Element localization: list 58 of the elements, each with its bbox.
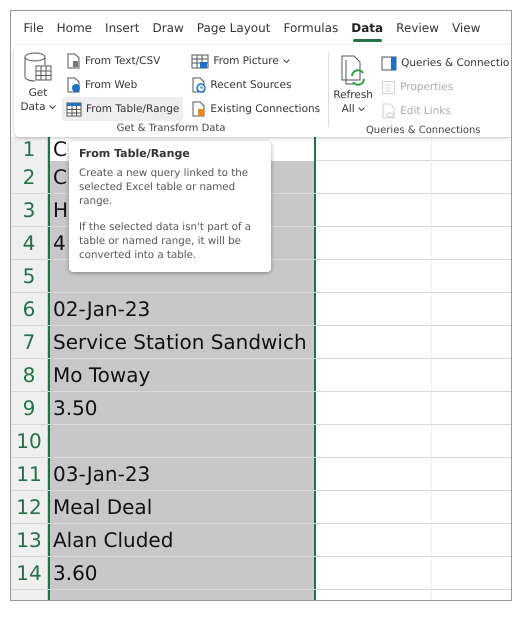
menu-tab[interactable]: Formulas xyxy=(276,11,345,45)
table-cell[interactable]: Mo Toway xyxy=(48,359,316,391)
table-cell[interactable]: Service Station Sandwich xyxy=(48,326,316,358)
menu-tab[interactable]: Insert xyxy=(98,11,146,45)
group-label: Queries & Connections xyxy=(364,124,482,138)
caret-icon xyxy=(48,104,56,110)
table-cell[interactable] xyxy=(48,425,316,457)
row-header[interactable]: 13 xyxy=(11,524,48,556)
row-header[interactable]: 10 xyxy=(11,425,48,457)
ribbon-button[interactable]: Queries & Connectio xyxy=(377,51,511,75)
panel-icon xyxy=(381,56,398,70)
tooltip-title: From Table/Range xyxy=(79,147,191,161)
table-cell[interactable]: 3.60 xyxy=(48,557,316,589)
table-icon xyxy=(66,102,82,116)
ribbon-button[interactable]: From Web xyxy=(62,73,184,97)
clock-document-icon xyxy=(191,77,206,93)
ribbon-button[interactable]: Existing Connections xyxy=(187,97,324,121)
row-header[interactable]: 12 xyxy=(11,491,48,523)
ribbon-button[interactable]: Recent Sources xyxy=(187,73,324,97)
menu-tab[interactable]: Data xyxy=(344,11,390,45)
menu-tab[interactable]: Review xyxy=(390,11,446,45)
ribbon-button[interactable]: From Text/CSV xyxy=(62,49,184,73)
document-icon xyxy=(191,101,206,117)
ribbon-button[interactable]: From Picture xyxy=(187,49,324,73)
table-cell[interactable]: 02-Jan-23 xyxy=(48,293,316,325)
tooltip-text: Create a new query linked to the selected Excel table or named range. xyxy=(79,166,250,208)
properties-icon xyxy=(381,80,396,94)
ribbon-button[interactable]: From Table/Range xyxy=(62,97,184,121)
table-cell[interactable]: Meal Deal xyxy=(48,491,316,523)
group-label: Get & Transform Data xyxy=(116,122,226,136)
document-icon xyxy=(66,53,81,69)
link-document-icon xyxy=(381,103,396,119)
tooltip-text: If the selected data isn't part of a table or named range, it will be converted into a table. xyxy=(79,220,252,262)
menu-tab[interactable]: View xyxy=(445,11,487,45)
row-header[interactable]: 6 xyxy=(11,293,48,325)
table-cell[interactable]: 03-Jan-23 xyxy=(48,458,316,490)
big-ribbon-button[interactable]: Get Data xyxy=(18,49,58,121)
row-header[interactable]: 1 xyxy=(11,137,48,161)
row-header[interactable]: 8 xyxy=(11,359,48,391)
row-header[interactable]: 3 xyxy=(11,194,48,226)
caret-icon xyxy=(282,58,290,64)
row-header[interactable]: 5 xyxy=(11,260,48,292)
row-header[interactable]: 7 xyxy=(11,326,48,358)
row-header[interactable]: 14 xyxy=(11,557,48,589)
menu-tab[interactable]: Page Layout xyxy=(190,11,277,45)
row-header[interactable]: 9 xyxy=(11,392,48,424)
table-cell[interactable]: Alan Cluded xyxy=(48,524,316,556)
caret-icon xyxy=(358,106,365,112)
big-ribbon-button[interactable]: Refresh All xyxy=(333,51,374,123)
picture-table-icon xyxy=(191,54,210,68)
row-header[interactable]: 2 xyxy=(11,161,48,193)
row-header[interactable]: 11 xyxy=(11,458,48,490)
menu-tab[interactable]: Home xyxy=(50,11,99,45)
row-header[interactable]: 4 xyxy=(11,227,48,259)
menu-tab[interactable]: File xyxy=(17,11,50,45)
web-document-icon xyxy=(66,77,81,93)
menu-tab[interactable]: Draw xyxy=(146,11,190,45)
table-cell[interactable]: 3.50 xyxy=(48,392,316,424)
